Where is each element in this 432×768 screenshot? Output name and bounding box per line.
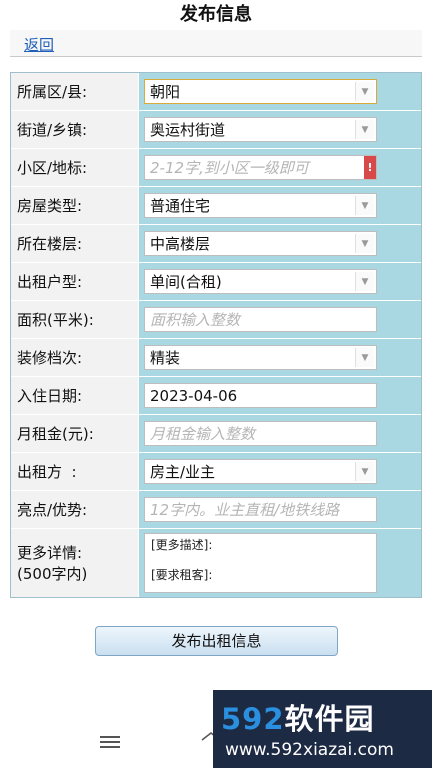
back-link[interactable]: 返回	[24, 34, 54, 55]
area-input[interactable]: 面积输入整数	[144, 307, 377, 332]
chevron-down-icon: ▼	[355, 82, 374, 101]
chevron-down-icon: ▼	[355, 196, 374, 215]
details-line1: [更多描述]:	[151, 538, 213, 552]
landlord-label: 出租方 :	[11, 453, 139, 490]
chevron-down-icon: ▼	[355, 348, 374, 367]
rent-label: 月租金(元):	[11, 415, 139, 452]
row-decoration: 装修档次: 精装 ▼	[11, 339, 421, 377]
watermark: 592软件园 www.592xiazai.com	[213, 690, 432, 768]
highlights-label: 亮点/优势:	[11, 491, 139, 528]
highlights-placeholder: 12字内。业主直租/地铁线路	[150, 501, 340, 519]
rent-type-select[interactable]: 单间(合租) ▼	[144, 269, 377, 294]
row-community: 小区/地标: 2-12字,到小区一级即可 !	[11, 149, 421, 187]
street-value: 奥运村街道	[150, 121, 226, 139]
row-landlord: 出租方 : 房主/业主 ▼	[11, 453, 421, 491]
floor-select[interactable]: 中高楼层 ▼	[144, 231, 377, 256]
house-type-label: 房屋类型:	[11, 187, 139, 224]
row-street: 街道/乡镇: 奥运村街道 ▼	[11, 111, 421, 149]
publish-form: 所属区/县: 朝阳 ▼ 街道/乡镇: 奥运村街道 ▼ 小区/地标: 2-12字,…	[10, 72, 422, 598]
chevron-down-icon: ▼	[355, 272, 374, 291]
row-district: 所属区/县: 朝阳 ▼	[11, 73, 421, 111]
row-floor: 所在楼层: 中高楼层 ▼	[11, 225, 421, 263]
house-type-select[interactable]: 普通住宅 ▼	[144, 193, 377, 218]
watermark-logo: 592软件园	[221, 702, 375, 736]
move-in-date-label: 入住日期:	[11, 377, 139, 414]
decoration-value: 精装	[150, 349, 181, 367]
community-label: 小区/地标:	[11, 149, 139, 186]
menu-icon[interactable]	[100, 736, 120, 748]
district-label: 所属区/县:	[11, 73, 139, 110]
back-bar: 返回	[10, 30, 422, 57]
row-house-type: 房屋类型: 普通住宅 ▼	[11, 187, 421, 225]
page-title: 发布信息	[180, 4, 252, 25]
rent-type-value: 单间(合租)	[150, 273, 222, 291]
required-icon: !	[364, 156, 376, 179]
area-placeholder: 面积输入整数	[150, 311, 241, 329]
street-label: 街道/乡镇:	[11, 111, 139, 148]
rent-type-label: 出租户型:	[11, 263, 139, 300]
district-select[interactable]: 朝阳 ▼	[144, 79, 377, 104]
row-highlights: 亮点/优势: 12字内。业主直租/地铁线路	[11, 491, 421, 529]
decoration-label: 装修档次:	[11, 339, 139, 376]
chevron-down-icon: ▼	[355, 234, 374, 253]
floor-label: 所在楼层:	[11, 225, 139, 262]
row-move-in-date: 入住日期: 2023-04-06	[11, 377, 421, 415]
details-textarea[interactable]: [更多描述]: [要求租客]:	[144, 533, 377, 593]
community-input[interactable]: 2-12字,到小区一级即可 !	[144, 155, 377, 180]
floor-value: 中高楼层	[150, 235, 211, 253]
details-line2: [要求租客]:	[151, 568, 213, 582]
row-details: 更多详情: (500字内) [更多描述]: [要求租客]:	[11, 529, 421, 597]
decoration-select[interactable]: 精装 ▼	[144, 345, 377, 370]
details-label-line1: 更多详情:	[17, 544, 83, 562]
highlights-input[interactable]: 12字内。业主直租/地铁线路	[144, 497, 377, 522]
details-label-line2: (500字内)	[17, 565, 88, 583]
area-label: 面积(平米):	[11, 301, 139, 338]
submit-button[interactable]: 发布出租信息	[95, 626, 338, 656]
row-rent-type: 出租户型: 单间(合租) ▼	[11, 263, 421, 301]
house-type-value: 普通住宅	[150, 197, 211, 215]
community-placeholder: 2-12字,到小区一级即可	[150, 159, 309, 177]
chevron-down-icon: ▼	[355, 462, 374, 481]
landlord-value: 房主/业主	[150, 463, 216, 481]
row-area: 面积(平米): 面积输入整数	[11, 301, 421, 339]
watermark-url: www.592xiazai.com	[225, 740, 394, 760]
chevron-down-icon: ▼	[355, 120, 374, 139]
street-select[interactable]: 奥运村街道 ▼	[144, 117, 377, 142]
move-in-date-value: 2023-04-06	[150, 386, 238, 405]
details-label: 更多详情: (500字内)	[11, 529, 139, 597]
row-rent: 月租金(元): 月租金输入整数	[11, 415, 421, 453]
rent-placeholder: 月租金输入整数	[150, 425, 256, 443]
district-value: 朝阳	[150, 83, 181, 101]
landlord-select[interactable]: 房主/业主 ▼	[144, 459, 377, 484]
move-in-date-input[interactable]: 2023-04-06	[144, 383, 377, 408]
rent-input[interactable]: 月租金输入整数	[144, 421, 377, 446]
